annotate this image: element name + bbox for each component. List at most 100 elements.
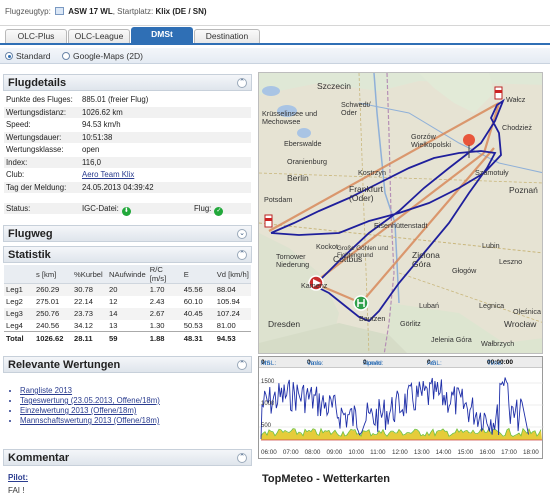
time-tick-label: 11:00 (370, 449, 386, 456)
map-label: Schwedt/ Oder (341, 100, 371, 117)
igc-download-icon[interactable]: ⬇ (121, 207, 131, 216)
time-tick-label: 18:00 (523, 449, 539, 456)
ranking-link[interactable]: Einzelwertung 2013 (Offene/18m) (20, 406, 250, 416)
map-label: Chodzież (502, 123, 532, 132)
stat-cell: 59 (107, 331, 148, 345)
stat-cell: 45.56 (181, 283, 215, 296)
map-label: Gorzów Wielkopolski (411, 132, 451, 149)
stat-cell: 20 (107, 283, 148, 296)
pilot-comment-label[interactable]: Pilot: (8, 473, 28, 482)
stat-cell: Leg3 (4, 307, 34, 320)
map-label: Wałcz (506, 95, 526, 104)
map-label: Berlin (287, 173, 309, 183)
stat-col-leg (4, 265, 34, 284)
stat-cell: 2.43 (149, 297, 165, 306)
detail-key: Wertungsdauer: (6, 132, 62, 142)
time-tick-label: 13:00 (413, 449, 430, 456)
radio-google-maps-dot[interactable] (62, 52, 70, 60)
section-title-statistik: Statistik (8, 249, 51, 261)
radio-standard[interactable]: Standard (5, 51, 51, 61)
stat-cell: 23.73 (72, 307, 107, 320)
collapse-icon[interactable]: ⌃ (237, 360, 247, 370)
stat-cell: 28.11 (72, 331, 107, 345)
radio-standard-dot[interactable] (5, 52, 13, 60)
ranking-link[interactable]: Tageswertung (23.05.2013, Offene/18m) (20, 396, 250, 406)
section-title-wertungen: Relevante Wertungen (8, 359, 121, 371)
stat-cell: 14 (107, 307, 148, 320)
map-label: Leszno (499, 257, 523, 266)
stat-cell: 275.01 (36, 297, 60, 306)
start-place: Klix (DE / SN) (155, 7, 207, 16)
map-label: Poznań (509, 185, 538, 195)
barogram-plot[interactable] (259, 357, 544, 460)
stat-cell: Leg1 (4, 283, 34, 296)
stat-cell: 48.31 (181, 331, 215, 345)
map-label: Eberswalde (284, 139, 322, 148)
stat-cell: Leg2 (6, 297, 23, 306)
detail-value: 1026.62 km (82, 107, 123, 117)
flight-detail-row: Club: Aero Team Klix (4, 169, 251, 180)
stat-cell: 50.53 (183, 320, 203, 330)
detail-key: Club: (6, 170, 25, 179)
stat-cell: 1.30 (149, 320, 165, 330)
turnpoint-marker[interactable] (494, 86, 503, 100)
header-line: Flugzeugtyp: ASW 17 WL, Startplatz: Klix… (5, 7, 207, 16)
stat-cell: 40.45 (181, 307, 215, 320)
map-label: Görlitz (400, 319, 421, 328)
map-label: Legnica (479, 301, 505, 310)
stat-cell: 105.94 (216, 297, 240, 306)
tab-destination[interactable]: Destination (194, 29, 260, 43)
section-title-flugdetails: Flugdetails (8, 77, 67, 89)
stat-cell: 1026.62 (34, 331, 72, 345)
start-label: , Startplatz: (112, 7, 154, 16)
stat-cell: 34.12 (74, 320, 94, 330)
stat-col-aufwinde: NAufwinde (107, 265, 148, 284)
tab-olc-league[interactable]: OLC-League (68, 29, 130, 43)
map-label: Frankfurt (Oder) (349, 184, 384, 203)
collapse-icon[interactable]: ⌃ (237, 78, 247, 88)
ranking-link[interactable]: Rangliste 2013 (20, 386, 250, 396)
tab-olc-plus[interactable]: OLC-Plus (5, 29, 67, 43)
start-marker[interactable] (264, 214, 273, 228)
radio-google-maps[interactable]: Google-Maps (2D) (62, 51, 143, 61)
alt-label: 1000 (261, 401, 275, 407)
time-tick-label: 17:00 (501, 449, 517, 456)
stat-cell: Leg4 (6, 320, 23, 330)
stat-cell: 12 (109, 297, 118, 306)
section-wertungen: Relevante Wertungen ⌃ (3, 356, 252, 373)
igc-label: IGC-Datei: (82, 204, 119, 213)
time-tick-label: 07:00 (282, 449, 299, 456)
collapse-icon[interactable]: ⌃ (237, 250, 247, 260)
aircraft-label: Flugzeugtyp: (5, 7, 51, 16)
detail-value: 885.01 (freier Flug) (82, 95, 149, 104)
flight-detail-row: Punkte des Fluges: 885.01 (freier Flug) (4, 94, 251, 105)
section-statistik: Statistik ⌃ (3, 246, 252, 263)
stat-cell: 107.24 (214, 307, 251, 320)
barogram[interactable]: MSL: 0 m Vario: 0 m/s Speed: 0 km/h AGL:… (258, 356, 544, 460)
ranking-list: Rangliste 2013 Tageswertung (23.05.2013,… (20, 386, 250, 426)
flight-detail-row: Wertungsdistanz: 1026.62 km (4, 106, 251, 118)
alt-label: 1500 (261, 379, 275, 385)
ranking-link[interactable]: Mannschaftswertung 2013 (Offene/18m) (20, 416, 250, 426)
map-label: Dresden (268, 319, 301, 329)
stat-cell: 2.67 (147, 307, 182, 320)
stat-cell: 1.70 (147, 283, 182, 296)
time-tick-label: 15:00 (457, 449, 474, 456)
stat-row: Leg1 260.29 30.78 20 1.70 45.56 88.04 (4, 283, 251, 296)
time-tick-label: 16:00 (479, 449, 496, 456)
map-label: Szamotuły (475, 168, 509, 177)
map-lake (297, 128, 311, 138)
map-label: Kamenz (301, 281, 328, 290)
section-kommentar: Kommentar ⌃ (3, 449, 252, 466)
time-tick-label: 08:00 (304, 449, 321, 456)
landing-marker[interactable] (353, 295, 369, 311)
collapse-icon[interactable]: ⌃ (237, 453, 247, 463)
flight-map[interactable]: Szczecin Schwedt/ Oder Wałcz Krüsselinse… (258, 72, 543, 354)
map-label: Głogów (452, 266, 477, 275)
tab-dmst[interactable]: DMSt (131, 27, 193, 43)
map-label: Zielona Góra (412, 250, 440, 269)
flug-label: Flug: (194, 204, 212, 213)
expand-icon[interactable]: ⌄ (237, 229, 247, 239)
club-link[interactable]: Aero Team Klix (82, 170, 134, 179)
stat-col-e: E (181, 265, 215, 284)
